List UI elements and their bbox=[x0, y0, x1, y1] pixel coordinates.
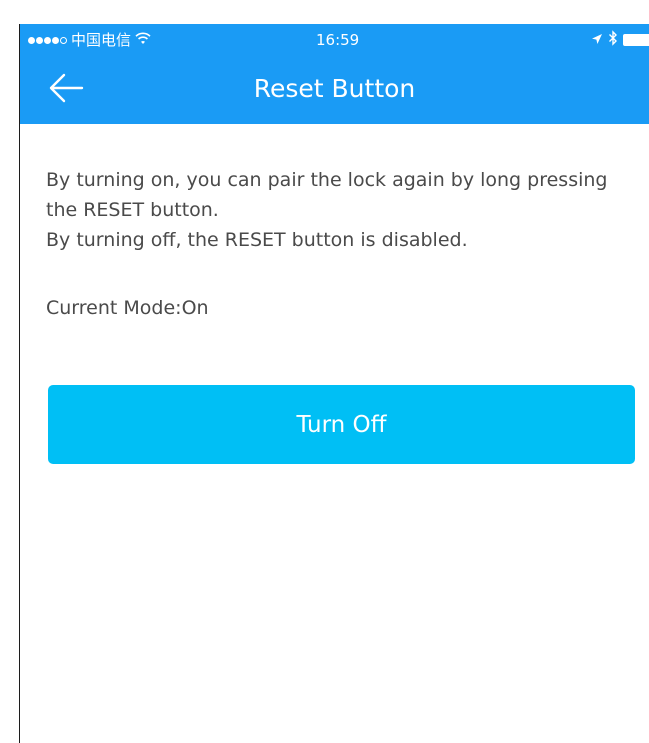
signal-strength-icon bbox=[28, 36, 67, 44]
bluetooth-icon bbox=[608, 30, 618, 50]
status-bar: 中国电信 16:59 bbox=[20, 24, 649, 58]
phone-screen: 中国电信 16:59 Reset Button By turning on, y… bbox=[20, 24, 649, 743]
current-mode-label: Current Mode: bbox=[46, 297, 182, 319]
carrier-name: 中国电信 bbox=[71, 31, 132, 49]
top-margin bbox=[0, 0, 649, 24]
status-left: 中国电信 bbox=[28, 30, 151, 50]
description-text: By turning on, you can pair the lock aga… bbox=[46, 165, 626, 255]
navigation-bar: 中国电信 16:59 Reset Button bbox=[20, 24, 649, 124]
turn-off-button[interactable]: Turn Off bbox=[48, 385, 635, 464]
battery-icon bbox=[623, 34, 649, 46]
status-time: 16:59 bbox=[316, 31, 360, 49]
current-mode: Current Mode:On bbox=[46, 294, 209, 322]
status-right bbox=[591, 30, 649, 50]
wifi-icon bbox=[135, 31, 151, 49]
current-mode-value: On bbox=[181, 297, 209, 319]
description-paragraph-on: By turning on, you can pair the lock aga… bbox=[46, 169, 608, 221]
page-title: Reset Button bbox=[253, 74, 416, 103]
description-paragraph-off: By turning off, the RESET button is disa… bbox=[46, 229, 468, 251]
location-arrow-icon bbox=[591, 31, 603, 49]
